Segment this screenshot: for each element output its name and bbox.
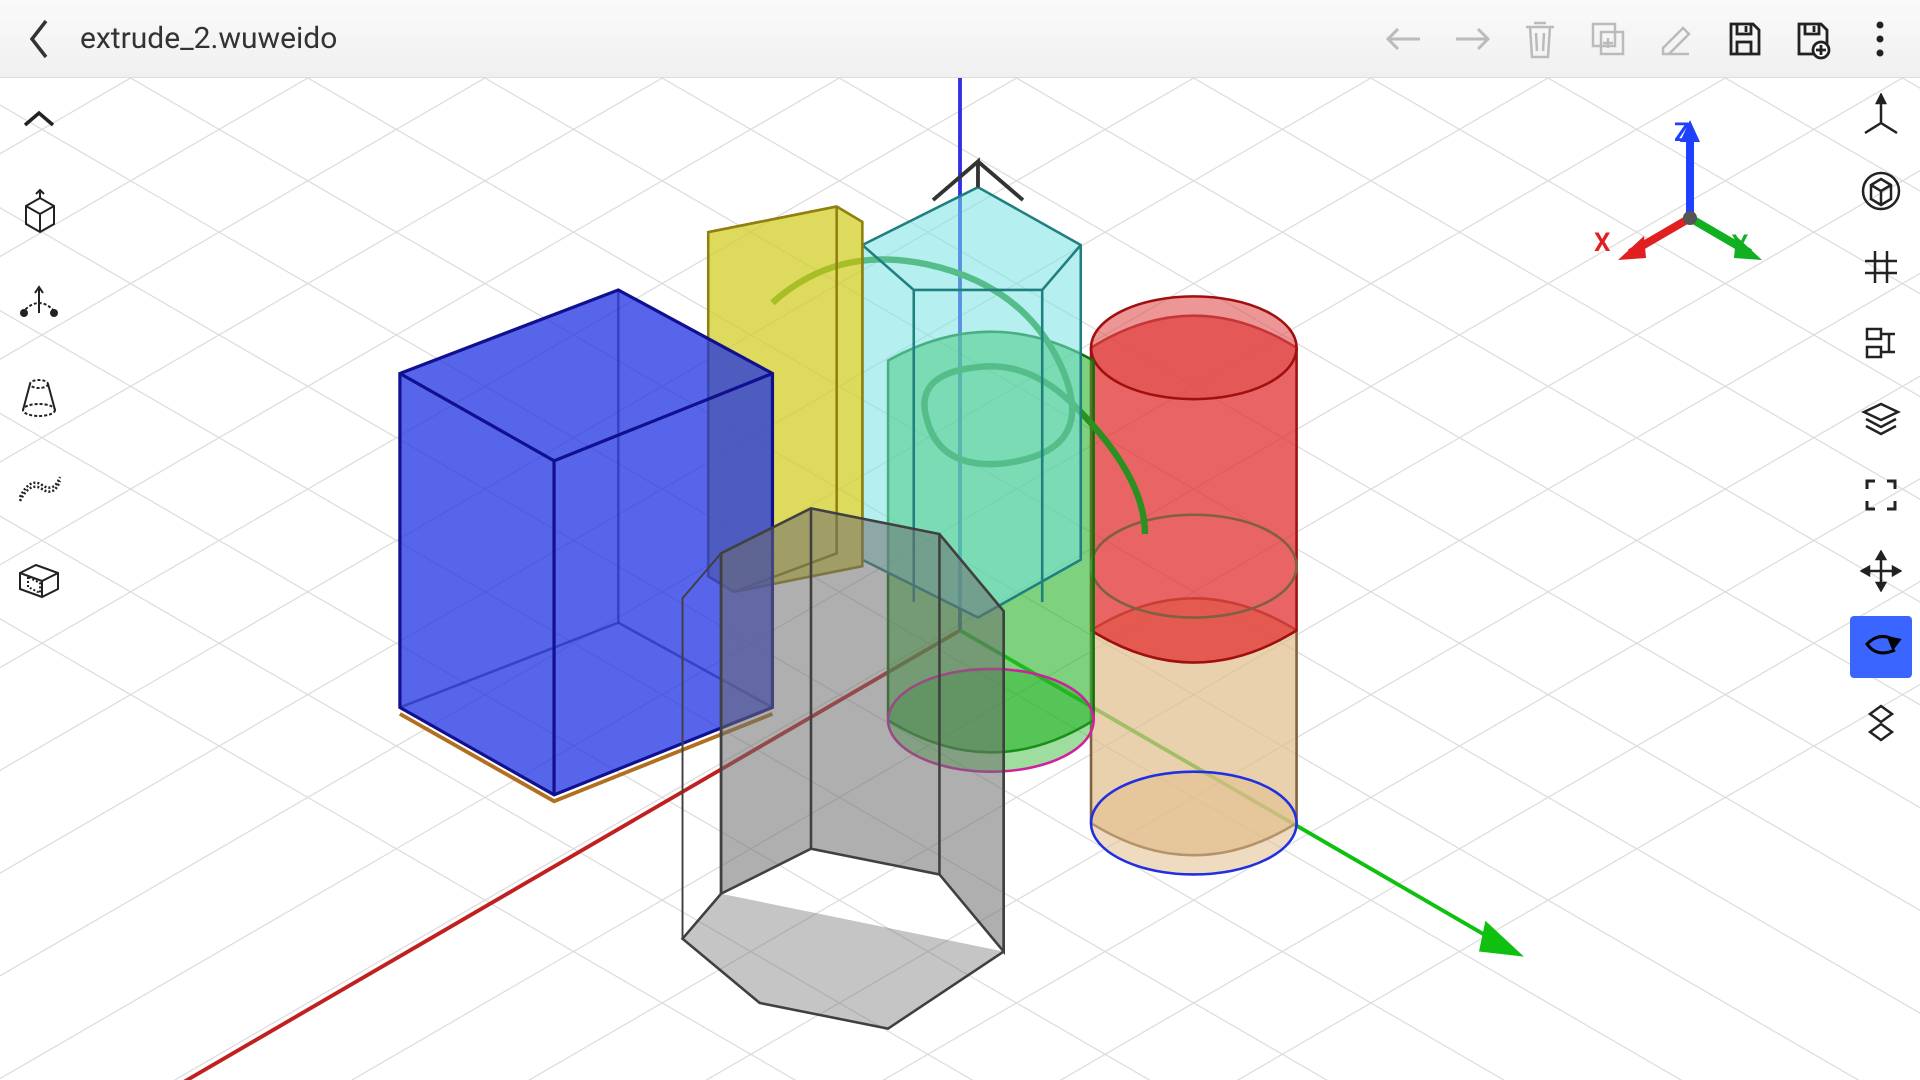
loft-tool-button[interactable] [8,364,70,426]
viewport-3d[interactable]: Z X Y [0,78,1920,1080]
duplicate-button[interactable] [1576,7,1640,71]
fullscreen-button[interactable] [1850,464,1912,526]
grid-toggle-button[interactable] [1850,236,1912,298]
document-title: extrude_2.wuweido [80,21,337,56]
collapse-toolbar-button[interactable] [8,88,70,150]
sweep-tool-button[interactable] [8,456,70,518]
rotate-mode-button[interactable] [1850,616,1912,678]
axes-view-button[interactable] [1850,84,1912,146]
left-toolbar [0,78,78,1080]
shape-gray-hex [683,508,1004,1028]
shell-tool-button[interactable] [8,548,70,610]
menu-button[interactable] [1848,7,1912,71]
redo-button[interactable] [1440,7,1504,71]
layers-button[interactable] [1850,388,1912,450]
shape-red-cylinder [1091,296,1297,662]
extrude-tool-button[interactable] [8,180,70,242]
model-tree-button[interactable] [1850,312,1912,374]
axis-y-label: Y [1732,230,1748,260]
delete-button[interactable] [1508,7,1572,71]
revolve-tool-button[interactable] [8,272,70,334]
axis-x-label: X [1594,228,1610,258]
shape-blue-cube [400,290,773,801]
back-button[interactable] [8,7,72,71]
header: extrude_2.wuweido [0,0,1920,78]
pan-mode-button[interactable] [1850,540,1912,602]
edit-button[interactable] [1644,7,1708,71]
zoom-extents-button[interactable] [1850,692,1912,754]
axis-z-label: Z [1674,118,1690,148]
right-toolbar [1842,78,1920,1080]
orientation-widget[interactable]: Z X Y [1600,108,1780,288]
fit-view-button[interactable] [1850,160,1912,222]
save-as-button[interactable] [1780,7,1844,71]
save-button[interactable] [1712,7,1776,71]
undo-button[interactable] [1372,7,1436,71]
